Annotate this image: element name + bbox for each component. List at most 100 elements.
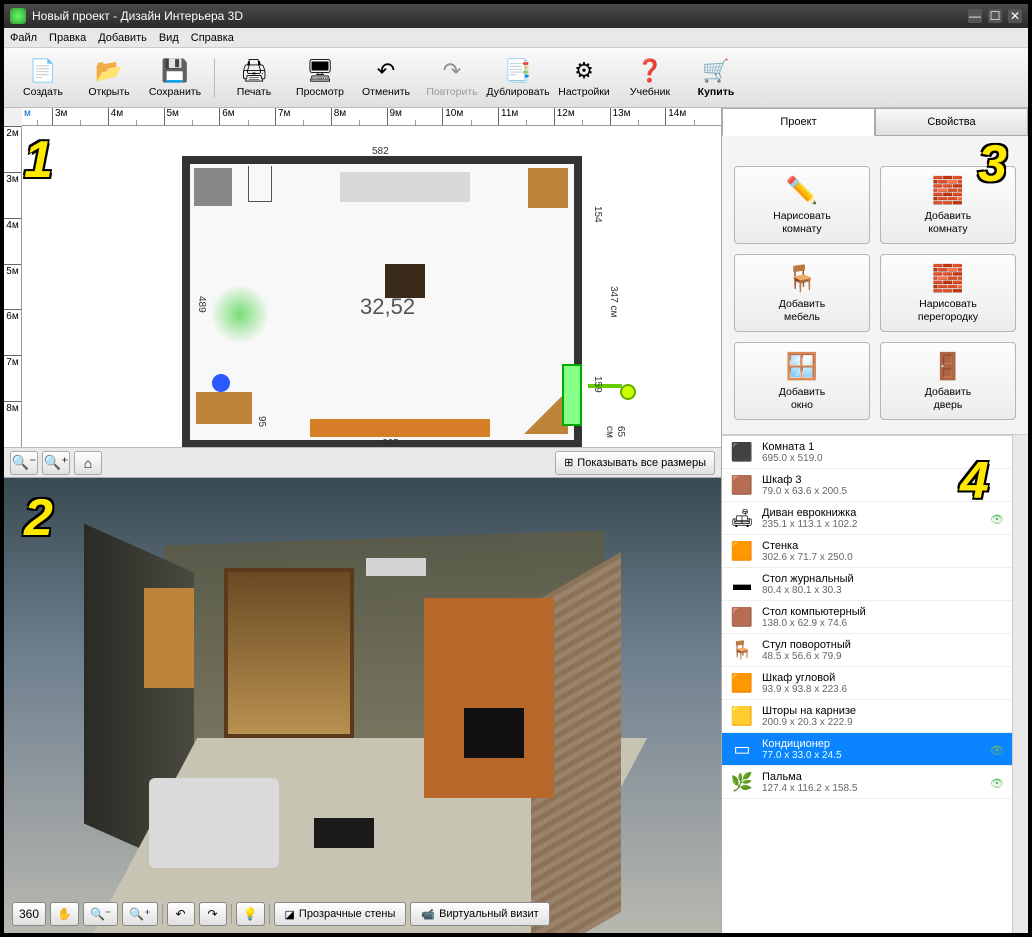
- object-name: Стул поворотный: [762, 639, 1004, 651]
- object-icon: ⬛: [730, 440, 754, 464]
- view-3d[interactable]: 2 360 ✋ 🔍⁻: [4, 478, 721, 933]
- object-icon: 🟨: [730, 704, 754, 728]
- add-room-button[interactable]: 🧱Добавить комнату: [880, 166, 1016, 244]
- furniture-sofa[interactable]: [340, 172, 470, 202]
- furniture-wall-unit[interactable]: [310, 419, 490, 437]
- object-item[interactable]: ⬛Комната 1695.0 x 519.0: [722, 436, 1012, 469]
- tab-project[interactable]: Проект: [722, 108, 875, 136]
- transparent-walls-button[interactable]: ◪Прозрачные стены: [274, 902, 407, 926]
- maximize-button[interactable]: ☐: [988, 9, 1002, 23]
- menu-help[interactable]: Справка: [191, 32, 234, 44]
- object-item[interactable]: 🟨Шторы на карнизе200.9 x 20.3 x 222.9: [722, 700, 1012, 733]
- furniture-wardrobe[interactable]: [194, 168, 232, 206]
- furniture-desk[interactable]: [196, 392, 252, 424]
- light-button[interactable]: 💡: [236, 902, 265, 926]
- toolbar-дублировать[interactable]: 📑Дублировать: [487, 52, 549, 104]
- selection-handle[interactable]: [620, 384, 636, 400]
- object-dimensions: 127.4 x 116.2 x 158.5: [762, 783, 982, 794]
- panel-buttons-grid: ✏️Нарисовать комнату 🧱Добавить комнату 🪑…: [722, 136, 1028, 435]
- dimension-left-plant: 489: [196, 296, 207, 313]
- toolbar-печать[interactable]: 🖨Печать: [223, 52, 285, 104]
- furniture-plant[interactable]: [210, 284, 270, 344]
- furniture-coffee-table[interactable]: [385, 264, 425, 298]
- pencil-icon: ✏️: [786, 174, 818, 207]
- draw-room-button[interactable]: ✏️Нарисовать комнату: [734, 166, 870, 244]
- dimension-right-bottom: 65 см: [604, 426, 626, 447]
- door-swing[interactable]: [248, 166, 272, 202]
- object-name: Шкаф 3: [762, 474, 1004, 486]
- dimension-right-inner: 154: [592, 206, 603, 223]
- object-item[interactable]: 🟫Шкаф 379.0 x 63.6 x 200.5: [722, 469, 1012, 502]
- toolbar-сохранить[interactable]: 💾Сохранить: [144, 52, 206, 104]
- object-item[interactable]: ▬Стол журнальный80.4 x 80.1 x 30.3: [722, 568, 1012, 601]
- zoom-in-button[interactable]: 🔍⁺: [42, 451, 70, 475]
- menu-file[interactable]: Файл: [10, 32, 37, 44]
- close-button[interactable]: ✕: [1008, 9, 1022, 23]
- visibility-eye-icon[interactable]: 👁: [990, 744, 1004, 754]
- object-item[interactable]: ▭Кондиционер77.0 x 33.0 x 24.5👁: [722, 733, 1012, 766]
- object-icon: 🪑: [730, 638, 754, 662]
- draw-partition-button[interactable]: 🧱Нарисовать перегородку: [880, 254, 1016, 332]
- object-icon: 🟫: [730, 605, 754, 629]
- object-icon: 🌿: [730, 770, 754, 794]
- add-door-button[interactable]: 🚪Добавить дверь: [880, 342, 1016, 420]
- pan-button[interactable]: ✋: [50, 902, 79, 926]
- object-item[interactable]: 🪑Стул поворотный48.5 x 56.6 x 79.9: [722, 634, 1012, 667]
- toolbar-создать[interactable]: 📄Создать: [12, 52, 74, 104]
- add-furniture-button[interactable]: 🪑Добавить мебель: [734, 254, 870, 332]
- Дублировать-icon: 📑: [503, 58, 533, 84]
- toolbar-просмотр[interactable]: 🖥Просмотр: [289, 52, 351, 104]
- scene-3d: [44, 498, 681, 893]
- rotate-360-button[interactable]: 360: [12, 902, 46, 926]
- object-dimensions: 138.0 x 62.9 x 74.6: [762, 618, 1004, 629]
- toolbar-учебник[interactable]: ❓Учебник: [619, 52, 681, 104]
- toolbar-настройки[interactable]: ⚙Настройки: [553, 52, 615, 104]
- furniture-corner-cabinet[interactable]: [528, 168, 568, 208]
- minimize-button[interactable]: —: [968, 9, 982, 23]
- canvas-2d[interactable]: 32,52: [22, 126, 721, 447]
- object-dimensions: 235.1 x 113.1 x 102.2: [762, 519, 982, 530]
- show-all-dims-button[interactable]: ⊞Показывать все размеры: [555, 451, 715, 475]
- virtual-visit-button[interactable]: 📹Виртуальный визит: [410, 902, 549, 926]
- room-outline[interactable]: 32,52: [182, 156, 582, 447]
- add-window-button[interactable]: 🪟Добавить окно: [734, 342, 870, 420]
- menu-edit[interactable]: Правка: [49, 32, 86, 44]
- rotate-right-button[interactable]: ↷: [199, 902, 227, 926]
- object-name: Стол журнальный: [762, 573, 1004, 585]
- selected-aircon[interactable]: [562, 364, 582, 426]
- menu-add[interactable]: Добавить: [98, 32, 147, 44]
- dimension-right-outer: 347 см: [608, 286, 619, 317]
- object-icon: 🟧: [730, 539, 754, 563]
- visibility-eye-icon[interactable]: 👁: [990, 777, 1004, 787]
- furniture-chair[interactable]: [212, 374, 230, 392]
- Просмотр-icon: 🖥: [305, 58, 335, 84]
- dimension-bottom: 665: [382, 438, 399, 447]
- room-add-icon: 🧱: [932, 174, 964, 207]
- view3d-controls-bar: 360 ✋ 🔍⁻ 🔍⁺ ↶ ↷ 💡 ◪Прозрачные стены 📹Вир…: [8, 899, 717, 929]
- scrollbar[interactable]: [1012, 435, 1028, 933]
- object-list[interactable]: ⬛Комната 1695.0 x 519.0🟫Шкаф 379.0 x 63.…: [722, 435, 1012, 933]
- zoom-out-3d-button[interactable]: 🔍⁻: [83, 902, 118, 926]
- home-button[interactable]: ⌂: [74, 451, 102, 475]
- toolbar-открыть[interactable]: 📂Открыть: [78, 52, 140, 104]
- tab-properties[interactable]: Свойства: [875, 108, 1028, 136]
- toolbar-отменить[interactable]: ↶Отменить: [355, 52, 417, 104]
- object-dimensions: 79.0 x 63.6 x 200.5: [762, 486, 1004, 497]
- object-item[interactable]: 🟧Стенка302.6 x 71.7 x 250.0: [722, 535, 1012, 568]
- object-name: Кондиционер: [762, 738, 982, 750]
- zoom-in-3d-button[interactable]: 🔍⁺: [122, 902, 157, 926]
- menubar: Файл Правка Добавить Вид Справка: [4, 28, 1028, 48]
- object-item[interactable]: 🛋Диван еврокнижка235.1 x 113.1 x 102.2👁: [722, 502, 1012, 535]
- object-item[interactable]: 🟫Стол компьютерный138.0 x 62.9 x 74.6: [722, 601, 1012, 634]
- object-item[interactable]: 🟧Шкаф угловой93.9 x 93.8 x 223.6: [722, 667, 1012, 700]
- toolbar-купить[interactable]: 🛒Купить: [685, 52, 747, 104]
- zoom-out-button[interactable]: 🔍⁻: [10, 451, 38, 475]
- toolbar-повторить[interactable]: ↷Повторить: [421, 52, 483, 104]
- menu-view[interactable]: Вид: [159, 32, 179, 44]
- visibility-eye-icon[interactable]: 👁: [990, 513, 1004, 523]
- Повторить-icon: ↷: [437, 58, 467, 84]
- dimension-right-low: 159: [592, 376, 603, 393]
- object-name: Стенка: [762, 540, 1004, 552]
- rotate-left-button[interactable]: ↶: [167, 902, 195, 926]
- object-item[interactable]: 🌿Пальма127.4 x 116.2 x 158.5👁: [722, 766, 1012, 799]
